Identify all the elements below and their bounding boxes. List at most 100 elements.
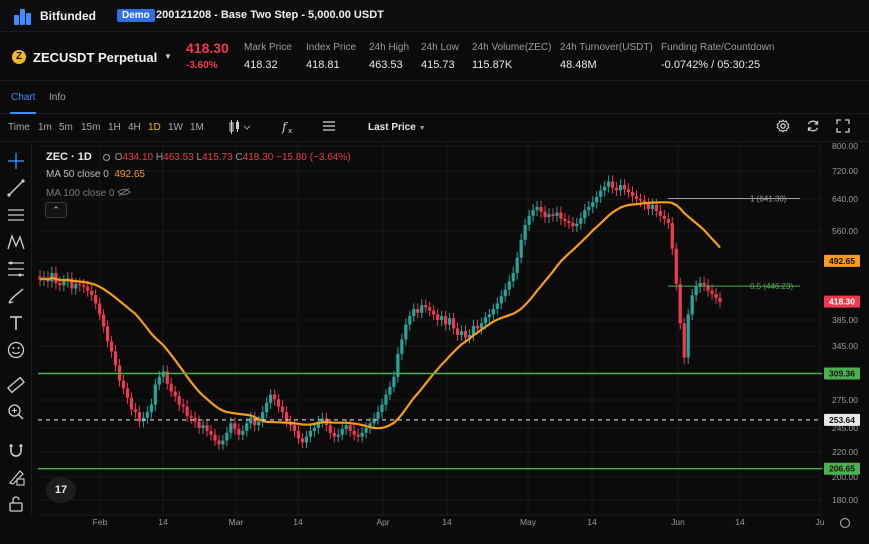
candle-body — [348, 425, 352, 431]
price-type-selector[interactable]: Last Price ▼ — [368, 122, 426, 133]
market-status-icon — [102, 154, 110, 161]
candle-body — [499, 296, 503, 304]
candle-body — [503, 289, 507, 297]
time-axis-tick: Mar — [229, 517, 244, 527]
candle-body — [304, 436, 309, 443]
candle-body — [90, 290, 94, 296]
candle-body — [205, 425, 209, 431]
candle-body — [483, 317, 487, 324]
candle-body — [213, 434, 217, 441]
candle-body — [62, 281, 66, 286]
timeframe-1m-month[interactable]: 1M — [190, 122, 204, 133]
candle-body — [662, 215, 666, 219]
candle-body — [312, 428, 316, 431]
candle-body — [714, 294, 718, 298]
stat-funding-rate: Funding Rate/Countdown -0.0742% / 05:30:… — [661, 42, 774, 71]
candle-body — [618, 185, 623, 191]
candle-body — [157, 376, 161, 385]
candle-body — [487, 314, 491, 318]
legend-ma100[interactable]: MA 100 close 0 — [46, 187, 351, 205]
brand[interactable]: Bitfunded — [14, 7, 96, 25]
candle-type-icon[interactable] — [228, 119, 252, 138]
refresh-icon[interactable] — [806, 119, 820, 136]
candle-body — [197, 421, 201, 428]
candle-body — [654, 205, 658, 211]
account-selector[interactable]: 200121208 - Base Two Step - 5,000.00 USD… — [156, 9, 384, 21]
fullscreen-icon[interactable] — [836, 119, 850, 136]
candle-body — [102, 314, 106, 327]
time-axis-tick: Apr — [376, 517, 389, 527]
candle-body — [690, 295, 694, 315]
chevron-down-icon: ▼ — [418, 125, 426, 132]
timeframe-1h[interactable]: 1H — [108, 122, 121, 133]
candle-body — [455, 328, 460, 335]
candle-body — [535, 207, 539, 211]
candle-body — [352, 430, 356, 435]
svg-text:x: x — [288, 127, 292, 135]
time-axis-tick: 14 — [293, 517, 303, 527]
indicators-icon[interactable]: fx — [281, 119, 295, 138]
candle-body — [531, 210, 535, 216]
candle-body — [273, 394, 277, 400]
chart-legend: ZEC · 1D O434.10 H463.53 L415.73 C418.30… — [46, 151, 351, 205]
timeframe-time[interactable]: Time — [8, 122, 30, 133]
settings-gear-icon[interactable] — [776, 119, 790, 136]
candle-body — [149, 404, 153, 413]
time-axis-tick: 14 — [735, 517, 745, 527]
stat-value: -0.0742% / 05:30:25 — [661, 59, 761, 71]
candle-body — [280, 406, 285, 413]
candle-body — [145, 412, 149, 418]
candle-body — [344, 425, 348, 429]
layout-menu-icon[interactable] — [322, 119, 336, 136]
candle-body — [591, 202, 595, 207]
candle-body — [650, 205, 654, 209]
tab-info[interactable]: Info — [49, 92, 66, 103]
candle-body — [634, 196, 639, 199]
price-axis-tick: 345.00 — [832, 341, 858, 351]
timeframe-1w[interactable]: 1W — [168, 122, 183, 133]
candle-body — [98, 303, 102, 315]
timeframe-15m[interactable]: 15m — [81, 122, 100, 133]
candle-body — [447, 318, 452, 325]
candle-body — [686, 314, 690, 358]
tab-chart[interactable]: Chart — [11, 92, 35, 103]
price-type-label: Last Price — [368, 122, 416, 133]
legend-ma50[interactable]: MA 50 close 0 492.65 — [46, 169, 351, 187]
stat-label: Funding Rate/Countdown — [661, 42, 775, 53]
candle-body — [622, 185, 627, 190]
candle-body — [523, 225, 527, 240]
candle-body — [328, 425, 332, 433]
candle-body — [515, 257, 519, 274]
candle-body — [551, 214, 555, 216]
tradingview-logo: 17 — [46, 477, 76, 503]
candle-body — [567, 221, 571, 223]
timeframe-1d[interactable]: 1D — [148, 122, 161, 133]
timeframe-1m[interactable]: 1m — [38, 122, 52, 133]
candle-body — [340, 428, 344, 435]
candle-body — [615, 187, 619, 191]
candle-body — [436, 314, 440, 320]
candle-body — [209, 430, 213, 435]
eye-hidden-icon[interactable] — [117, 187, 131, 197]
fib-level-label: 1 (641.30) — [750, 195, 787, 204]
chevron-down-icon[interactable]: ▼ — [164, 52, 172, 61]
candle-body — [137, 412, 142, 422]
symbol-selector[interactable]: ZECUSDT Perpetual — [33, 50, 157, 65]
candle-body — [599, 190, 603, 197]
price-axis-tick: 275.00 — [832, 395, 858, 405]
timeframe-5m[interactable]: 5m — [59, 122, 73, 133]
timeframe-4h[interactable]: 4H — [128, 122, 141, 133]
candle-body — [682, 323, 686, 358]
support-level-tag: 309.36 — [829, 368, 855, 378]
candle-body — [58, 282, 62, 286]
collapse-legend-button[interactable]: ⌃ — [45, 202, 67, 218]
legend-open-label: O — [114, 152, 123, 163]
candle-body — [217, 440, 221, 445]
candle-body — [674, 248, 678, 285]
stat-value: 48.48M — [560, 59, 597, 71]
candle-body — [495, 303, 499, 309]
candle-body — [603, 186, 607, 191]
last-price-tag: 418.30 — [829, 297, 855, 307]
candle-body — [336, 434, 340, 437]
candle-body — [416, 308, 420, 313]
